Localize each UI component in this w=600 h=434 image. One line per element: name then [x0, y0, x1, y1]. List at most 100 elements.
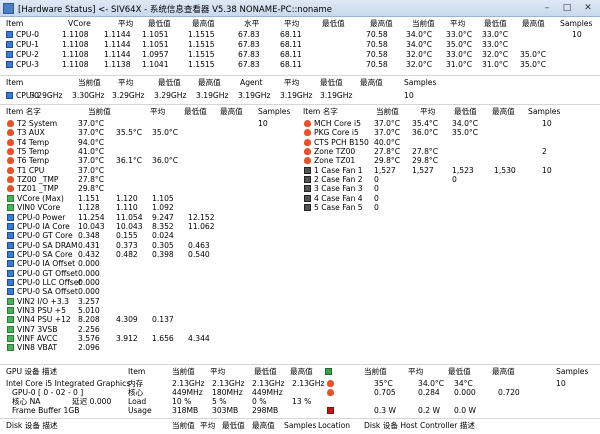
table-row[interactable]: CPU-0 1.1108 1.1144 1.1051 1.1515 67.83 68.11 7…	[0, 30, 600, 39]
list-item[interactable]: VIN8 VBAT 2.096	[0, 343, 600, 352]
header-cell[interactable]: Disk 设备 描述	[6, 421, 58, 430]
header-cell[interactable]: Samples	[560, 19, 592, 28]
header-cell[interactable]: Item 名字	[303, 107, 338, 116]
sensor-name: Zone TZ00	[314, 147, 356, 157]
list-item[interactable]: CTS PCH B150 40.0°C	[0, 138, 600, 147]
cpu-icon	[6, 51, 13, 58]
header-cell[interactable]: 最高值	[192, 19, 215, 28]
header-cell[interactable]: Samples	[404, 78, 436, 87]
header-cell[interactable]: Samples	[284, 421, 316, 430]
header-cell[interactable]: 平均	[210, 367, 225, 376]
header-cell[interactable]: Item	[6, 19, 23, 28]
header-cell[interactable]: 最高值	[492, 367, 515, 376]
header-cell[interactable]: 平均	[200, 421, 215, 430]
cpu-icon	[6, 61, 13, 68]
header-cell[interactable]: VCore	[68, 19, 91, 28]
header-cell[interactable]: Item	[128, 367, 145, 376]
header-cell[interactable]: 平均	[284, 19, 299, 28]
list-item[interactable]: 2 Case Fan 2 0 0	[0, 175, 600, 184]
header-cell[interactable]: Location	[318, 421, 350, 430]
list-item[interactable]: CPU-0 SA Offset 0.000	[0, 287, 600, 296]
header-cell[interactable]: 当前值	[172, 421, 195, 430]
cell: 0.000	[78, 287, 100, 297]
header-cell[interactable]: 最低值	[322, 19, 345, 28]
list-item[interactable]: PKG Core i5 37.0°C 36.0°C 35.0°C	[0, 128, 600, 137]
header-cell[interactable]: GPU 设备 描述	[6, 367, 57, 376]
table-row[interactable]: CPU-0 3.29GHz 3.30GHz 3.29GHz 3.29GHz 3.…	[0, 91, 600, 100]
table-row[interactable]: CPU-1 1.1108 1.1144 1.1051 1.1515 67.83 68.11 7…	[0, 40, 600, 49]
table-row[interactable]: 核心 449MHz 180MHz 449MHz 0.705 0.284 0.000 0.720	[0, 388, 600, 397]
header-cell[interactable]: 最高值	[360, 78, 383, 87]
header-cell[interactable]: 当前值	[412, 19, 435, 28]
header-cell[interactable]: 最低值	[254, 367, 277, 376]
list-item[interactable]: VIN7 3VSB 2.256	[0, 325, 600, 334]
header-cell[interactable]: 平均	[284, 78, 299, 87]
list-item[interactable]: 5 Case Fan 5 0	[0, 203, 600, 212]
cell: 29.8°C	[412, 156, 439, 166]
header-cell[interactable]: 平均	[420, 107, 435, 116]
cell: 31.0°C	[446, 60, 473, 69]
flame-icon	[304, 138, 311, 146]
list-item[interactable]: CPU-0 LLC Offset 0.000	[0, 278, 600, 287]
table-row[interactable]: CPU-2 1.1108 1.1144 1.0957 1.1515 67.83 68.11 7…	[0, 50, 600, 59]
header-cell[interactable]: 平均	[118, 78, 133, 87]
cell: 67.83	[238, 40, 260, 49]
cell: 68.11	[280, 60, 302, 69]
header-cell[interactable]: 最高值	[252, 421, 275, 430]
cell: 10	[542, 165, 552, 175]
maximize-button[interactable]: □	[558, 2, 576, 15]
header-cell[interactable]: 最高值	[492, 107, 515, 116]
header-cell[interactable]: 当前值	[364, 367, 387, 376]
header-cell[interactable]: 当前值	[376, 107, 399, 116]
list-item[interactable]: CPU-0 Power 11.254 11.054 9.247 12.152	[0, 213, 600, 222]
table-row[interactable]: Usage 318MB 303MB 298MB 0.3 W 0.2 W 0.0 W	[0, 406, 600, 415]
header-cell[interactable]: Disk 设备 Host Controller 描述	[364, 421, 475, 430]
header-cell[interactable]: 平均	[408, 367, 423, 376]
table-row[interactable]: CPU-3 1.1108 1.1138 1.1041 1.1515 67.83 68.11 7…	[0, 60, 600, 69]
list-item[interactable]: VINF AVCC 3.576 3.912 1.656 4.344	[0, 334, 600, 343]
header-cell[interactable]: 平均	[118, 19, 133, 28]
list-item[interactable]: 1 Case Fan 1 1,527 1,527 1,523 1,530 10	[0, 166, 600, 175]
header-cell[interactable]: Samples	[556, 367, 588, 376]
header-cell[interactable]: 水平	[244, 19, 259, 28]
header-cell[interactable]: 最低值	[484, 19, 507, 28]
header-cell[interactable]: 平均	[450, 19, 465, 28]
header-cell[interactable]: 最低值	[448, 367, 471, 376]
list-item[interactable]: MCH Core i5 37.0°C 35.4°C 34.0°C 10	[0, 119, 600, 128]
cell: 12.152	[188, 212, 215, 222]
list-item[interactable]: VIN4 PSU +12 8.208 4.309 0.137	[0, 315, 600, 324]
list-item[interactable]: Zone TZ01 29.8°C 29.8°C	[0, 156, 600, 165]
list-item[interactable]: CPU-0 SA Core 0.432 0.482 0.398 0.540	[0, 250, 600, 259]
header-cell[interactable]: 当前值	[78, 78, 101, 87]
list-item[interactable]: CPU-0 IA Core 10.043 10.043 8.352 11.062	[0, 222, 600, 231]
header-cell[interactable]: Item	[6, 78, 23, 87]
close-button[interactable]: ✕	[578, 2, 598, 15]
list-item[interactable]: CPU-0 SA DRAM 0.431 0.373 0.305 0.463	[0, 241, 600, 250]
header-cell[interactable]: 最低值	[158, 78, 181, 87]
list-item[interactable]: CPU-0 GT Offset 0.000	[0, 269, 600, 278]
list-item[interactable]: 4 Case Fan 4 0	[0, 194, 600, 203]
header-cell[interactable]: 最低值	[222, 421, 245, 430]
table-row[interactable]: 内存 2.13GHz 2.13GHz 2.13GHz 2.13GHz 35°C 34.0°C…	[0, 379, 600, 388]
list-item[interactable]: CPU-0 IA Offset 0.000	[0, 259, 600, 268]
list-item[interactable]: VIN3 PSU +5 5.010	[0, 306, 600, 315]
header-cell[interactable]: 最高值	[522, 19, 545, 28]
cell: 1.1515	[188, 30, 215, 39]
header-cell[interactable]: 最低值	[148, 19, 171, 28]
cell: 33.0°C	[446, 30, 473, 39]
list-item[interactable]: VIN2 I/O +3.3 3.257	[0, 297, 600, 306]
list-item[interactable]: Zone TZ00 27.8°C 27.8°C 2	[0, 147, 600, 156]
header-cell[interactable]: 当前值	[172, 367, 195, 376]
minimize-button[interactable]: –	[538, 2, 556, 15]
cell: 303MB	[212, 406, 239, 415]
header-cell[interactable]: Samples	[528, 107, 560, 116]
header-cell[interactable]: Agent	[240, 78, 262, 87]
header-cell[interactable]: 最高值	[290, 367, 313, 376]
header-cell[interactable]: 最低值	[454, 107, 477, 116]
table-row[interactable]: Load 10 % 5 % 0 % 13 %	[0, 397, 600, 406]
list-item[interactable]: 3 Case Fan 3 0	[0, 184, 600, 193]
header-cell[interactable]: 最高值	[198, 78, 221, 87]
header-cell[interactable]: 最低值	[320, 78, 343, 87]
header-cell[interactable]: 最高值	[370, 19, 393, 28]
list-item[interactable]: CPU-0 GT Core 0.348 0.155 0.024	[0, 231, 600, 240]
